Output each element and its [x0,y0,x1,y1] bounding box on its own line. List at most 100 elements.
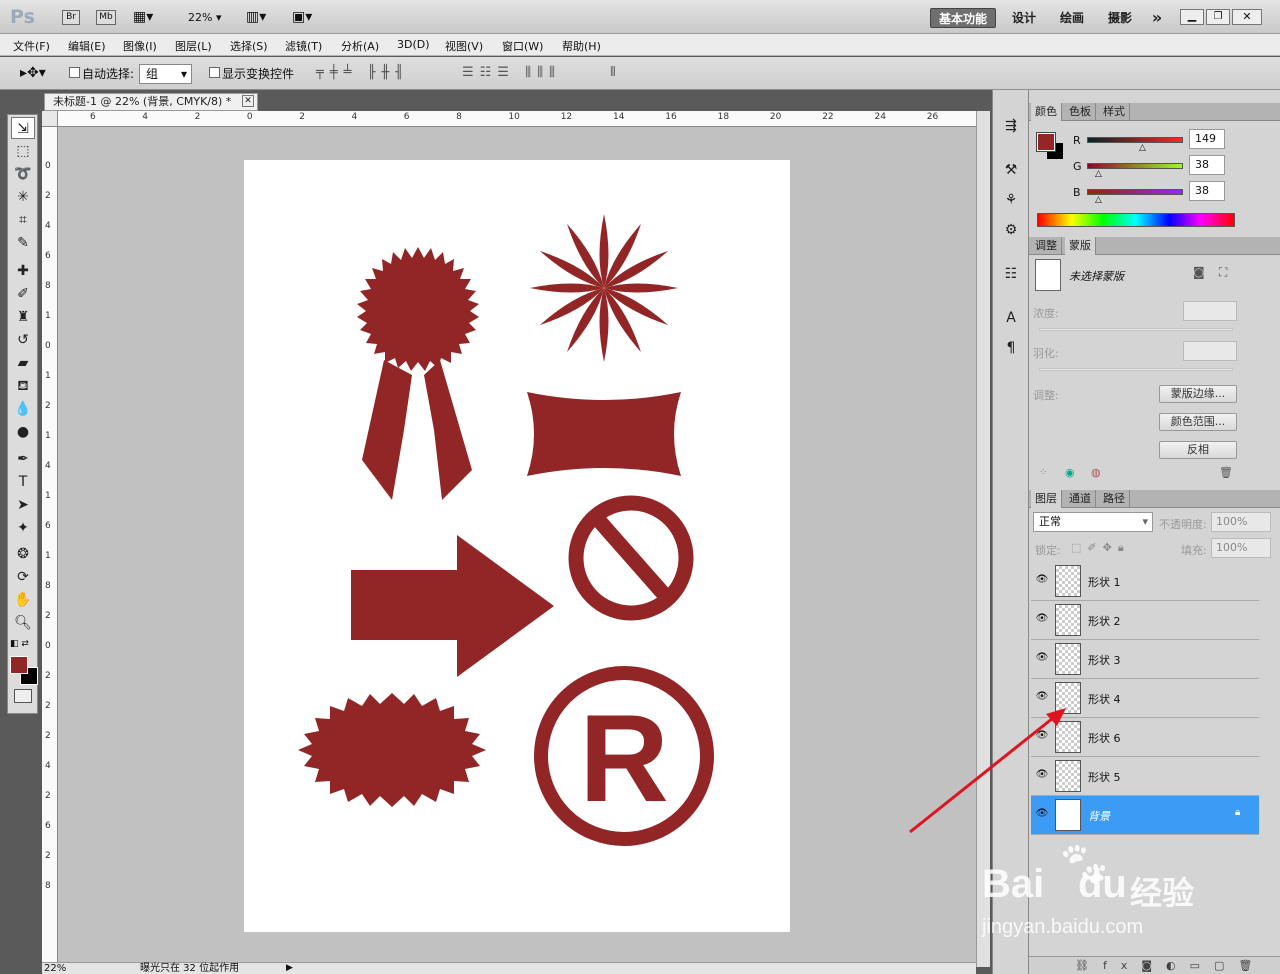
menu-3d[interactable]: 3D(D) [397,38,430,51]
paragraph-panel-icon[interactable]: ¶ [1001,340,1021,360]
menu-window[interactable]: 窗口(W) [502,38,543,54]
mask-edge-button[interactable]: 蒙版边缘... [1159,385,1237,403]
auto-select-dropdown[interactable]: 组 ▾ [139,64,192,84]
visibility-eye-icon[interactable]: 👁︎ [1035,574,1049,588]
feather-input[interactable] [1183,341,1237,361]
marquee-tool-icon[interactable]: ⬚ [11,140,35,162]
menu-view[interactable]: 视图(V) [445,38,483,54]
feather-slider[interactable] [1039,368,1233,371]
document-canvas[interactable]: R [244,160,790,932]
foreground-color-swatch[interactable] [10,656,28,674]
blur-tool-icon[interactable]: 💧 [11,398,35,420]
color-range-button[interactable]: 颜色范围... [1159,413,1237,431]
channel-b-input[interactable]: 38 [1189,181,1225,201]
lock-icons[interactable]: ⬚✐✥🔒︎ [1071,541,1130,555]
visibility-eye-icon[interactable]: 👁︎ [1035,652,1049,666]
spot-healing-tool-icon[interactable]: ✚ [11,260,35,282]
auto-align-icon[interactable]: ⦀ [610,65,616,80]
visibility-eye-icon[interactable]: 👁︎ [1035,613,1049,627]
add-pixel-mask-icon[interactable]: ◙ [1193,265,1205,279]
layer-row[interactable]: 👁︎ 形状 2 [1031,601,1259,640]
history-brush-tool-icon[interactable]: ↺ [11,329,35,351]
layer-footer-icons[interactable]: ⛓fx◙◐▭▢🗑︎ [1075,959,1266,972]
workspace-essentials[interactable]: 基本功能 [930,8,996,28]
tab-swatches[interactable]: 色板 [1065,103,1096,121]
menu-layer[interactable]: 图层(L) [175,38,212,54]
distribute-buttons-icon[interactable]: ☰☷☰ ⫼⫼⫼ [462,65,561,80]
tab-paths[interactable]: 路径 [1099,490,1130,508]
ruler-origin[interactable] [42,111,58,127]
move-tool-preset-icon[interactable]: ▸✥▾ [20,65,46,81]
align-buttons-icon[interactable]: ╤╪╧ ╟╫╢ [316,65,409,80]
status-menu-arrow-icon[interactable]: ▶ [286,963,293,974]
history-panel-icon[interactable]: ⇶ [1001,118,1021,138]
channel-r-input[interactable]: 149 [1189,129,1225,149]
tab-color[interactable]: 颜色 [1031,103,1062,121]
color-spectrum-bar[interactable] [1037,213,1235,227]
tab-channels[interactable]: 通道 [1065,490,1096,508]
move-tool-icon[interactable]: ⇲ [11,117,35,139]
channel-r-slider[interactable] [1087,137,1183,143]
dodge-tool-icon[interactable]: ● [11,421,35,443]
menu-file[interactable]: 文件(F) [13,38,50,54]
channel-g-thumb-icon[interactable]: △ [1095,169,1102,179]
path-selection-tool-icon[interactable]: ➤ [11,494,35,516]
info-panel-icon[interactable]: ☷ [1001,266,1021,286]
clone-stamp-tool-icon[interactable]: ♜ [11,306,35,328]
fill-input[interactable]: 100% [1211,538,1271,558]
status-zoom[interactable]: 22% [44,963,66,974]
eraser-tool-icon[interactable]: ▰ [11,352,35,374]
mini-bridge-button[interactable]: Mb [96,10,116,25]
3d-rotate-tool-icon[interactable]: ❂ [11,543,35,565]
quick-mask-icon[interactable] [14,689,32,703]
restore-button[interactable]: ❐ [1206,9,1230,25]
opacity-input[interactable]: 100% [1211,512,1271,532]
density-slider[interactable] [1039,328,1233,331]
document-tab[interactable]: 未标题-1 @ 22% (背景, CMYK/8) * ✕ [44,93,258,111]
apply-mask-icon[interactable]: ◉ [1065,466,1075,479]
workspace-design[interactable]: 设计 [1006,8,1042,28]
lasso-tool-icon[interactable]: ➰ [11,163,35,185]
zoom-tool-icon[interactable]: 🔍︎ [11,612,35,634]
close-app-button[interactable]: ✕ [1232,9,1262,25]
type-tool-icon[interactable]: T [11,471,35,493]
channel-g-input[interactable]: 38 [1189,155,1225,175]
density-input[interactable] [1183,301,1237,321]
channel-b-thumb-icon[interactable]: △ [1095,195,1102,205]
zoom-select[interactable]: 22% ▾ [188,11,221,24]
tab-adjustments[interactable]: 调整 [1031,237,1062,255]
pen-tool-icon[interactable]: ✒ [11,448,35,470]
menu-edit[interactable]: 编辑(E) [68,38,106,54]
workspace-photography[interactable]: 摄影 [1102,8,1138,28]
view-extras-icon[interactable]: ▦▾ [133,9,153,25]
load-selection-icon[interactable]: ⁘ [1039,467,1047,478]
menu-analysis[interactable]: 分析(A) [341,38,379,54]
disable-mask-icon[interactable]: ◍ [1091,466,1101,479]
tab-layers[interactable]: 图层 [1031,490,1062,508]
delete-mask-icon[interactable]: 🗑︎ [1219,466,1233,479]
brush-tool-icon[interactable]: ✐ [11,283,35,305]
invert-button[interactable]: 反相 [1159,441,1237,459]
show-transform-checkbox[interactable] [209,67,220,78]
tab-masks[interactable]: 蒙版 [1065,237,1096,255]
close-document-icon[interactable]: ✕ [242,95,254,107]
hand-tool-icon[interactable]: ✋ [11,589,35,611]
tool-presets-icon[interactable]: ⚙ [1001,222,1021,242]
add-vector-mask-icon[interactable]: ⛶ [1219,265,1227,280]
workspace-painting[interactable]: 绘画 [1054,8,1090,28]
blend-mode-select[interactable]: 正常 ▾ [1033,512,1153,532]
brush-presets-icon[interactable]: ⚒ [1001,162,1021,182]
clone-source-icon[interactable]: ⚘ [1001,192,1021,212]
color-fg-swatch[interactable] [1036,132,1056,152]
crop-tool-icon[interactable]: ⌗ [11,209,35,231]
eyedropper-tool-icon[interactable]: ✎ [11,232,35,254]
more-workspaces-button[interactable]: » [1146,8,1168,28]
auto-select-checkbox[interactable] [69,67,80,78]
paint-bucket-tool-icon[interactable]: ⛾ [11,375,35,397]
layer-row[interactable]: 👁︎ 形状 3 [1031,640,1259,679]
magic-wand-tool-icon[interactable]: ✳ [11,186,35,208]
menu-filter[interactable]: 滤镜(T) [285,38,322,54]
default-colors-icon[interactable]: ◧ ⇄ [10,639,29,649]
custom-shape-tool-icon[interactable]: ✦ [11,517,35,539]
arrange-documents-icon[interactable]: ▥▾ [246,9,266,25]
